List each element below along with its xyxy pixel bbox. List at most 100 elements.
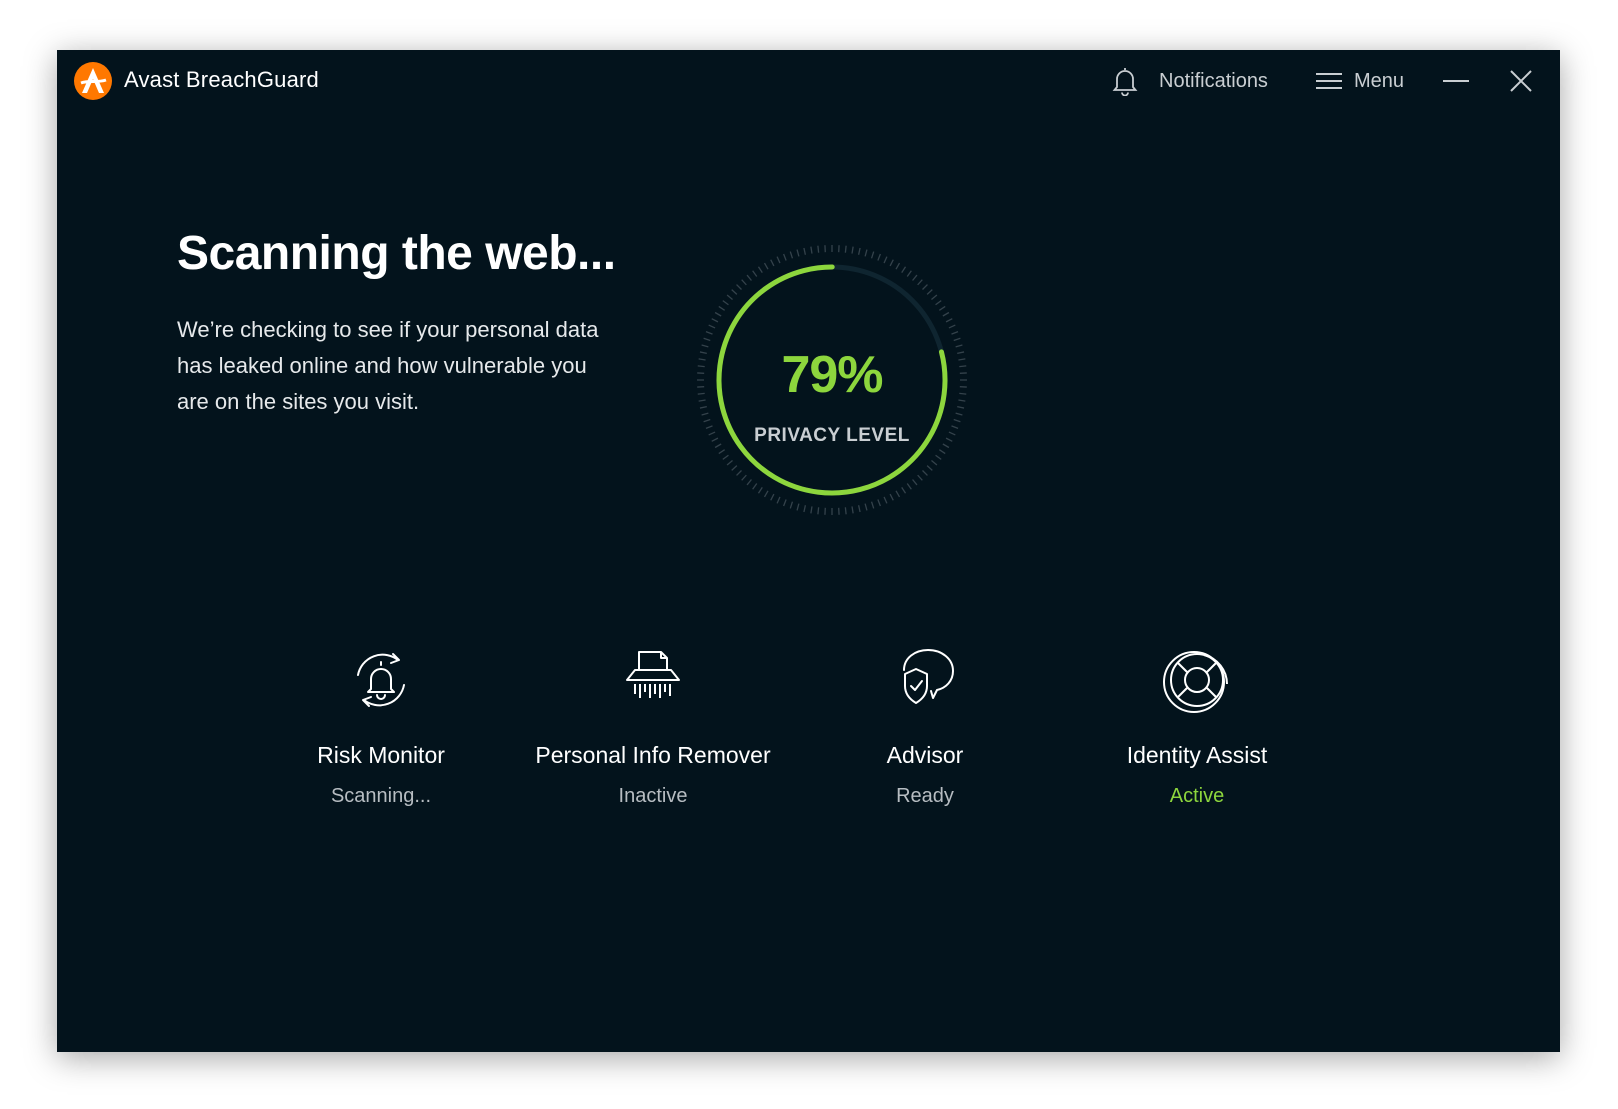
gauge-tick bbox=[851, 506, 854, 514]
gauge-tick bbox=[741, 279, 747, 286]
privacy-level-value: 79% bbox=[781, 346, 883, 404]
gauge-tick bbox=[912, 479, 918, 486]
gauge-tick bbox=[906, 270, 912, 277]
gauge-tick bbox=[817, 245, 820, 253]
gauge-tick bbox=[901, 266, 907, 274]
gauge-tick bbox=[752, 483, 758, 490]
gauge-tick bbox=[789, 251, 794, 259]
title-bar: Avast BreachGuard Notifications Menu bbox=[57, 50, 1560, 112]
gauge-tick bbox=[877, 253, 881, 261]
gauge-tick bbox=[895, 262, 901, 270]
hamburger-icon bbox=[1316, 73, 1342, 89]
gauge-tick bbox=[776, 496, 781, 504]
gauge-tick bbox=[895, 490, 901, 498]
gauge-tick bbox=[951, 331, 959, 335]
gauge-tick bbox=[844, 245, 847, 253]
feature-identity-assist[interactable]: Identity Assist Active bbox=[1057, 640, 1337, 808]
gauge-tick bbox=[776, 256, 781, 264]
gauge-tick bbox=[957, 405, 965, 409]
close-button[interactable] bbox=[1506, 62, 1536, 100]
feature-personal-info-remover[interactable]: Personal Info Remover Inactive bbox=[513, 640, 793, 808]
feature-name: Advisor bbox=[886, 742, 964, 768]
gauge-tick bbox=[935, 300, 942, 306]
feature-status: Ready bbox=[896, 785, 954, 807]
gauge-tick bbox=[783, 253, 787, 261]
gauge-tick bbox=[699, 405, 707, 409]
gauge-tick bbox=[948, 324, 956, 329]
menu-label: Menu bbox=[1354, 69, 1405, 92]
gauge-tick bbox=[752, 270, 758, 277]
scan-description: We’re checking to see if your personal d… bbox=[177, 317, 599, 414]
gauge-tick bbox=[703, 337, 711, 342]
gauge-tick bbox=[796, 249, 800, 257]
gauge-tick bbox=[926, 465, 933, 471]
gauge-tick bbox=[864, 503, 868, 511]
shredder-icon bbox=[626, 651, 680, 698]
gauge-tick bbox=[953, 418, 961, 423]
gauge-tick bbox=[810, 506, 813, 514]
privacy-level-gauge: 79% PRIVACY LEVEL bbox=[672, 220, 992, 540]
gauge-tick bbox=[711, 318, 719, 323]
gauge-tick bbox=[917, 474, 923, 481]
gauge-tick bbox=[942, 311, 950, 317]
feature-name: Risk Monitor bbox=[317, 742, 445, 768]
gauge-tick bbox=[926, 289, 933, 295]
notifications-label: Notifications bbox=[1159, 69, 1268, 92]
gauge-tick bbox=[763, 490, 769, 498]
gauge-tick bbox=[746, 274, 752, 281]
feature-status: Scanning... bbox=[330, 785, 432, 807]
gauge-tick bbox=[857, 247, 861, 255]
notifications-button[interactable]: Notifications bbox=[1112, 62, 1268, 100]
gauge-tick bbox=[796, 503, 800, 511]
gauge-tick bbox=[955, 412, 963, 416]
gauge-tick bbox=[901, 486, 907, 494]
gauge-tick bbox=[945, 318, 953, 323]
bell-refresh-icon bbox=[357, 653, 405, 707]
chat-shield-icon bbox=[903, 649, 954, 704]
gauge-tick bbox=[922, 470, 928, 476]
gauge-tick bbox=[935, 454, 942, 460]
gauge-tick bbox=[731, 289, 738, 295]
lifebuoy-icon bbox=[1163, 651, 1228, 713]
gauge-tick bbox=[953, 337, 961, 342]
gauge-tick bbox=[726, 460, 733, 466]
feature-risk-monitor[interactable]: Risk Monitor Scanning... bbox=[241, 640, 521, 808]
gauge-tick bbox=[877, 499, 881, 507]
feature-status: Inactive bbox=[618, 785, 688, 807]
gauge-tick bbox=[718, 449, 726, 455]
gauge-tick bbox=[889, 259, 894, 267]
gauge-tick bbox=[705, 331, 713, 335]
gauge-tick bbox=[938, 449, 946, 455]
page-title: Scanning the web... bbox=[177, 227, 616, 280]
gauge-tick bbox=[906, 483, 912, 490]
gauge-tick bbox=[817, 507, 820, 515]
gauge-tick bbox=[931, 460, 938, 466]
gauge-tick bbox=[736, 470, 742, 476]
feature-status: Active bbox=[1169, 785, 1225, 807]
gauge-tick bbox=[714, 311, 722, 317]
gauge-tick bbox=[736, 284, 742, 290]
gauge-tick bbox=[857, 505, 861, 513]
feature-advisor[interactable]: Advisor Ready bbox=[785, 640, 1065, 808]
avast-logo-icon bbox=[74, 62, 112, 100]
privacy-level-label: PRIVACY LEVEL bbox=[754, 425, 910, 446]
gauge-tick bbox=[938, 305, 946, 311]
app-title: Avast BreachGuard bbox=[124, 67, 319, 92]
app-window: Avast BreachGuard Notifications Menu Sca… bbox=[57, 50, 1560, 1052]
bell-icon bbox=[1112, 68, 1138, 96]
gauge-tick bbox=[917, 279, 923, 286]
gauge-tick bbox=[912, 274, 918, 281]
feature-name: Identity Assist bbox=[1126, 742, 1268, 768]
gauge-tick bbox=[708, 324, 716, 329]
menu-button[interactable]: Menu bbox=[1316, 62, 1404, 100]
gauge-tick bbox=[883, 256, 888, 264]
gauge-tick bbox=[770, 259, 775, 267]
gauge-tick bbox=[870, 501, 875, 509]
minimize-button[interactable] bbox=[1441, 62, 1471, 100]
gauge-tick bbox=[810, 246, 813, 254]
gauge-tick bbox=[703, 418, 711, 423]
gauge-tick bbox=[889, 493, 894, 501]
gauge-tick bbox=[726, 294, 733, 300]
gauge-tick bbox=[731, 465, 738, 471]
gauge-tick bbox=[757, 266, 763, 274]
